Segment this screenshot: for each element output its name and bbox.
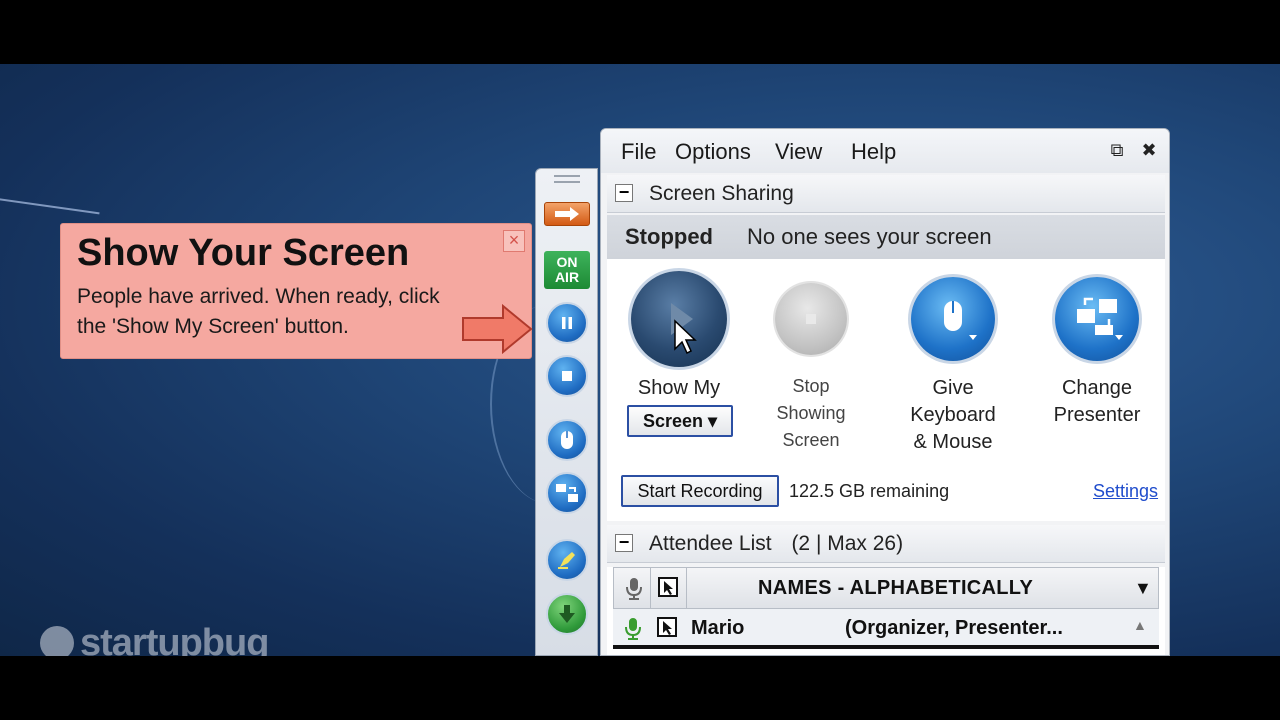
highlighter-icon [558, 552, 575, 569]
menu-help[interactable]: Help [851, 139, 896, 165]
microphone-icon [626, 578, 642, 600]
sharing-message: No one sees your screen [747, 224, 992, 249]
stop-showing-label: Stop Showing Screen [751, 373, 871, 454]
stop-showing-screen-button[interactable] [775, 283, 847, 355]
sharing-state: Stopped [625, 224, 713, 249]
change-presenter-icon [556, 484, 578, 502]
attendee-list-title: Attendee List (2 | Max 26) [649, 532, 903, 556]
stop-icon [806, 314, 816, 324]
show-my-screen-button[interactable] [631, 271, 727, 367]
give-keyboard-mouse-button[interactable] [911, 277, 995, 361]
menu-bar: File Options View Help ⧉ ✖ [601, 129, 1169, 173]
column-separator [686, 568, 687, 610]
callout-title: Show Your Screen [77, 232, 410, 274]
show-my-label: Show My [637, 377, 721, 399]
screen-dropdown[interactable]: Screen ▾ [627, 405, 733, 437]
watermark: startupbug [40, 620, 269, 657]
attendee-count: (2 | Max 26) [791, 532, 904, 555]
on-air-line1: ON [556, 254, 578, 270]
attendee-column-header: NAMES - ALPHABETICALLY ▼ [613, 567, 1159, 610]
callout-close-button[interactable]: × [503, 230, 525, 252]
start-recording-button[interactable]: Start Recording [621, 475, 779, 507]
stop-button[interactable] [546, 355, 588, 397]
watermark-logo-icon [40, 626, 74, 656]
give-keyboard-mouse-label: Give Keyboard & Mouse [891, 375, 1015, 456]
vertical-toolbar: ON AIR [535, 168, 598, 656]
scroll-up-icon[interactable]: ▲ [1133, 617, 1147, 633]
callout-arrow-icon [462, 304, 533, 354]
change-presenter-button[interactable] [1055, 277, 1139, 361]
stop-line2: Showing [776, 403, 846, 423]
callout-body: People have arrived. When ready, click t… [77, 285, 440, 338]
change-line2: Presenter [1053, 404, 1141, 426]
attendee-list-collapse-button[interactable]: − [615, 533, 633, 552]
mouse-icon [944, 301, 977, 340]
sort-dropdown-icon[interactable]: ▼ [1134, 578, 1152, 599]
sharing-status-bar: Stopped No one sees your screen [607, 215, 1165, 259]
close-icon[interactable]: ✖ [1138, 139, 1160, 161]
letterbox-bottom [0, 656, 1280, 720]
watermark-text: startupbug [80, 621, 269, 657]
mouse-icon [561, 431, 573, 449]
attendee-role: (Organizer, Presenter... [845, 617, 1063, 639]
screen-sharing-header: − Screen Sharing [607, 175, 1165, 213]
column-separator [650, 568, 651, 610]
change-line1: Change [1061, 377, 1133, 399]
change-presenter-label: Change Presenter [1035, 375, 1159, 429]
arrow-right-icon [555, 207, 579, 221]
control-panel-window: File Options View Help ⧉ ✖ − Screen Shar… [600, 128, 1170, 656]
download-button[interactable] [546, 593, 588, 635]
on-air-line2: AIR [554, 269, 580, 285]
menu-view[interactable]: View [775, 139, 822, 165]
toolbar-grip-icon[interactable] [554, 175, 580, 183]
attendee-list-header: − Attendee List (2 | Max 26) [607, 525, 1165, 563]
pause-button[interactable] [546, 302, 588, 344]
menu-file[interactable]: File [621, 139, 656, 165]
highlighter-button[interactable] [546, 539, 588, 581]
screen-sharing-collapse-button[interactable]: − [615, 183, 633, 202]
attendee-row[interactable]: Mario (Organizer, Presenter... ▲ [613, 609, 1159, 649]
give-line2: Keyboard [910, 404, 996, 426]
letterbox-top [0, 0, 1280, 64]
desktop-streak [0, 195, 100, 215]
attendee-name: Mario [691, 617, 745, 639]
pause-icon [562, 317, 572, 329]
menu-options[interactable]: Options [675, 139, 751, 165]
presenter-column-icon [658, 577, 678, 597]
play-icon [671, 303, 697, 355]
change-presenter-button[interactable] [546, 472, 588, 514]
stop-line1: Stop [792, 376, 830, 396]
attendee-list-label: Attendee List [649, 532, 772, 555]
give-line3: & Mouse [913, 431, 993, 453]
stop-icon [562, 371, 572, 381]
download-icon [559, 605, 575, 623]
change-presenter-icon [1077, 297, 1123, 340]
give-line1: Give [932, 377, 974, 399]
screen-sharing-title: Screen Sharing [649, 182, 794, 205]
names-column-header[interactable]: NAMES - ALPHABETICALLY [758, 577, 1033, 600]
on-air-indicator: ON AIR [544, 251, 590, 289]
recording-settings-link[interactable]: Settings [1093, 481, 1158, 502]
show-your-screen-callout: Show Your Screen People have arrived. Wh… [60, 223, 533, 359]
presenter-icon [657, 617, 677, 637]
screen-sharing-controls: Show My Screen ▾ Stop Showing Screen Giv… [607, 259, 1165, 521]
stop-line3: Screen [782, 430, 840, 450]
popout-icon[interactable]: ⧉ [1106, 139, 1128, 161]
attendee-table: NAMES - ALPHABETICALLY ▼ Mario (Organize… [607, 567, 1165, 655]
give-mouse-button[interactable] [546, 419, 588, 461]
toggle-panel-button[interactable] [544, 202, 590, 226]
microphone-active-icon [625, 618, 641, 640]
recording-remaining: 122.5 GB remaining [789, 481, 950, 501]
